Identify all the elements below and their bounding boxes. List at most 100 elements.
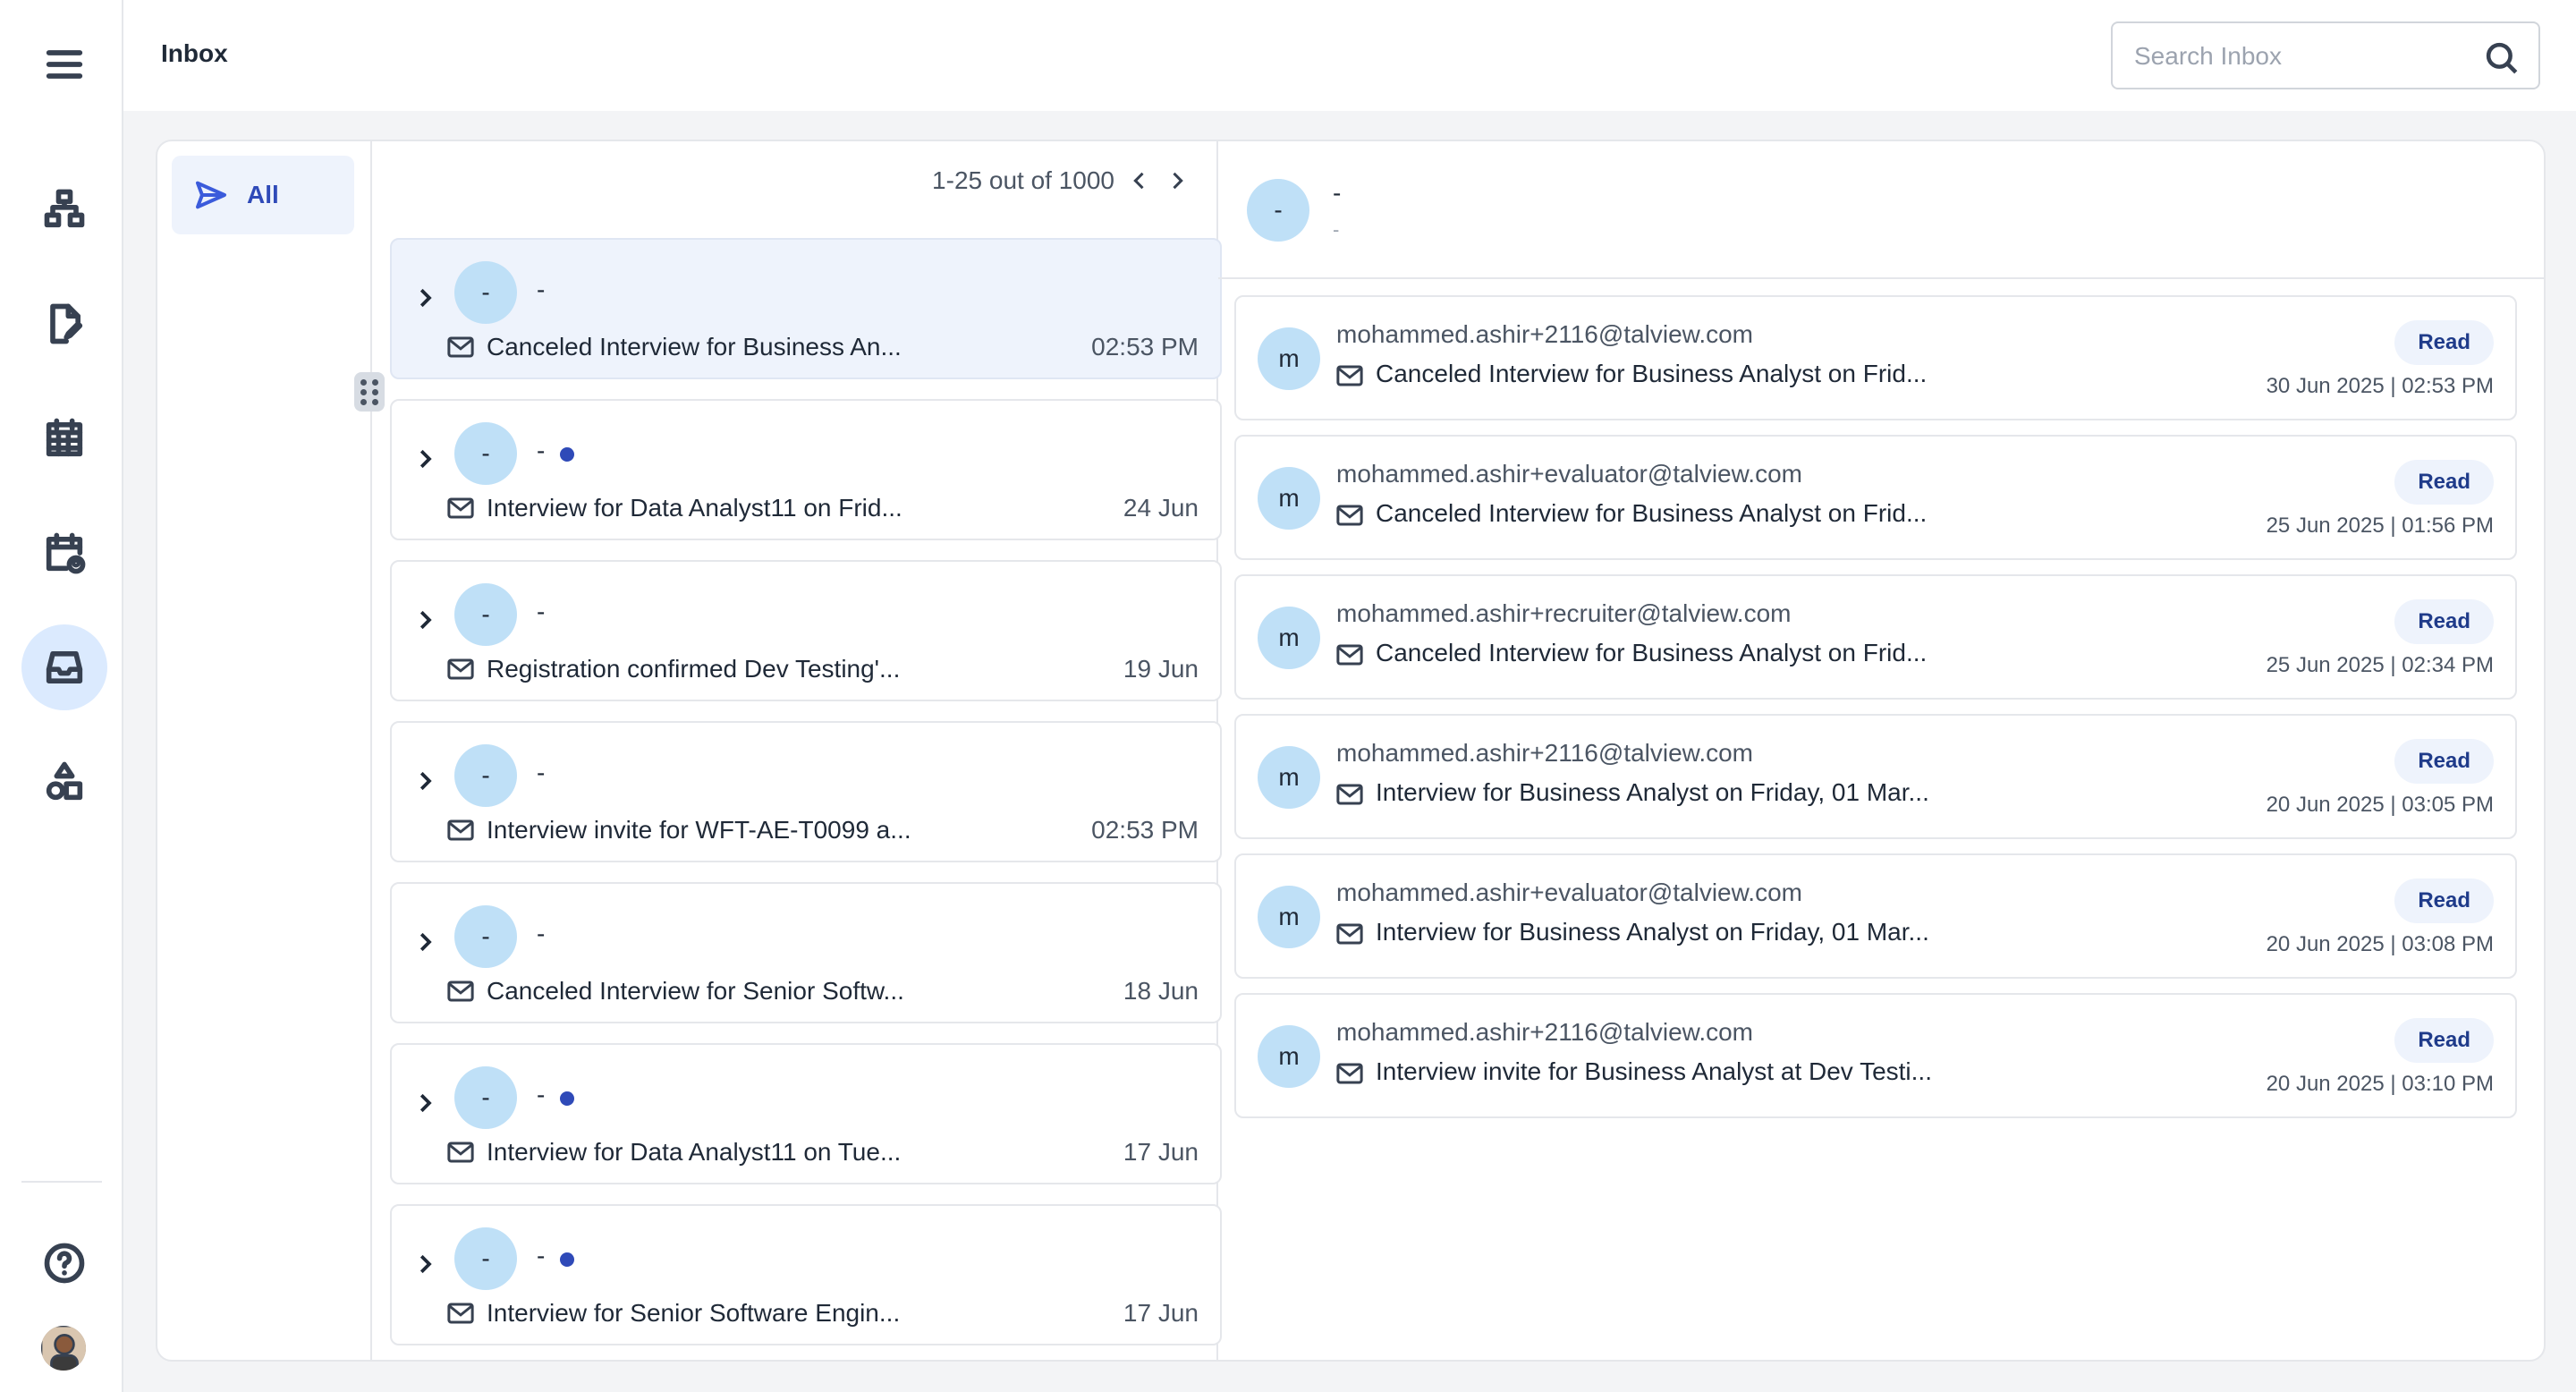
thread-time: 19 Jun — [1123, 655, 1199, 683]
thread-sender: - — [537, 1081, 546, 1108]
thread-item[interactable]: - - Canceled Interview for Business An..… — [390, 238, 1222, 379]
message-subject: Interview for Business Analyst on Friday… — [1376, 918, 1929, 946]
search-input[interactable] — [2134, 36, 2474, 77]
folder-all-label: All — [247, 181, 279, 208]
thread-time: 02:53 PM — [1091, 333, 1199, 361]
thread-sender: - — [537, 598, 546, 625]
thread-item[interactable]: - - Interview for Senior Software Engin.… — [390, 1204, 1222, 1345]
message-from: mohammed.ashir+recruiter@talview.com — [1336, 599, 1792, 627]
shapes-icon — [46, 761, 83, 801]
status-badge: Read — [2394, 460, 2494, 505]
status-badge: Read — [2394, 1018, 2494, 1063]
thread-detail: - - - m mohammed.ashir+2116@talview.com … — [1218, 141, 2544, 1360]
chevron-right-icon[interactable] — [411, 768, 438, 794]
folder-all[interactable]: All — [172, 156, 354, 234]
message-avatar: m — [1258, 1025, 1320, 1088]
thread-avatar: - — [454, 905, 517, 968]
search-icon[interactable] — [2483, 39, 2521, 77]
menu-button[interactable] — [21, 21, 107, 107]
message-item[interactable]: m mohammed.ashir+2116@talview.com Cancel… — [1234, 295, 2517, 420]
message-subject: Interview invite for Business Analyst at… — [1376, 1057, 1932, 1085]
thread-avatar: - — [454, 261, 517, 324]
thread-item[interactable]: - - Interview for Data Analyst11 on Frid… — [390, 399, 1222, 540]
nav-inbox[interactable] — [21, 624, 107, 710]
inbox-panel: All 1-25 out of 1000 - - Canceled Interv… — [156, 140, 2546, 1362]
detail-subtitle: - — [1333, 218, 1340, 241]
thread-subject: Registration confirmed Dev Testing'... — [487, 655, 901, 683]
thread-subject: Interview for Data Analyst11 on Tue... — [487, 1138, 902, 1166]
help-button[interactable] — [21, 1220, 107, 1306]
nav-rail — [0, 0, 123, 1392]
message-avatar: m — [1258, 467, 1320, 530]
column-resize-handle[interactable] — [354, 372, 385, 412]
nav-schedule[interactable] — [21, 510, 107, 596]
mail-icon — [1336, 1063, 1363, 1084]
mail-icon — [447, 819, 474, 841]
message-from: mohammed.ashir+evaluator@talview.com — [1336, 878, 1802, 906]
drag-dots-icon — [360, 378, 379, 405]
status-badge: Read — [2394, 320, 2494, 365]
message-from: mohammed.ashir+evaluator@talview.com — [1336, 460, 1802, 488]
thread-avatar: - — [454, 744, 517, 807]
help-icon — [44, 1243, 85, 1284]
thread-item[interactable]: - - Canceled Interview for Senior Softw.… — [390, 882, 1222, 1023]
mail-icon — [1336, 505, 1363, 526]
thread-avatar: - — [454, 422, 517, 485]
detail-avatar: - — [1247, 179, 1309, 242]
chevron-left-icon[interactable] — [1127, 168, 1152, 193]
chevron-right-icon[interactable] — [411, 607, 438, 633]
message-timestamp: 20 Jun 2025 | 03:08 PM — [2266, 932, 2494, 956]
nav-documents[interactable] — [21, 281, 107, 367]
message-item[interactable]: m mohammed.ashir+evaluator@talview.com I… — [1234, 853, 2517, 979]
nav-calendar[interactable] — [21, 395, 107, 481]
chevron-right-icon[interactable] — [411, 929, 438, 955]
thread-item[interactable]: - - Interview invite for WFT-AE-T0099 a.… — [390, 721, 1222, 862]
message-avatar: m — [1258, 746, 1320, 809]
message-timestamp: 20 Jun 2025 | 03:10 PM — [2266, 1072, 2494, 1096]
menu-icon — [46, 50, 83, 79]
message-item[interactable]: m mohammed.ashir+2116@talview.com Interv… — [1234, 993, 2517, 1118]
chevron-right-icon[interactable] — [411, 1251, 438, 1277]
message-item[interactable]: m mohammed.ashir+2116@talview.com Interv… — [1234, 714, 2517, 839]
message-item[interactable]: m mohammed.ashir+recruiter@talview.com C… — [1234, 574, 2517, 700]
chevron-right-icon[interactable] — [1165, 168, 1190, 193]
thread-subject: Interview for Senior Software Engin... — [487, 1299, 901, 1327]
thread-item[interactable]: - - Interview for Data Analyst11 on Tue.… — [390, 1043, 1222, 1184]
thread-subject: Interview invite for WFT-AE-T0099 a... — [487, 816, 911, 844]
unread-dot — [560, 1091, 574, 1106]
thread-time: 17 Jun — [1123, 1138, 1199, 1166]
send-icon — [196, 181, 226, 209]
message-from: mohammed.ashir+2116@talview.com — [1336, 1018, 1754, 1046]
mail-icon — [447, 1142, 474, 1163]
message-timestamp: 25 Jun 2025 | 02:34 PM — [2266, 653, 2494, 677]
nav-shapes[interactable] — [21, 739, 107, 825]
thread-time: 02:53 PM — [1091, 816, 1199, 844]
chevron-right-icon[interactable] — [411, 446, 438, 472]
thread-sender: - — [537, 759, 546, 786]
top-header: Inbox — [123, 0, 2576, 111]
page-title: Inbox — [161, 39, 228, 67]
mail-icon — [447, 497, 474, 519]
message-subject: Canceled Interview for Business Analyst … — [1376, 360, 1928, 387]
thread-avatar: - — [454, 1227, 517, 1290]
inbox-icon — [46, 651, 83, 683]
thread-item[interactable]: - - Registration confirmed Dev Testing'.… — [390, 560, 1222, 701]
mail-icon — [447, 1303, 474, 1324]
mail-icon — [447, 980, 474, 1002]
chevron-right-icon[interactable] — [411, 1090, 438, 1116]
mail-icon — [447, 336, 474, 358]
calendar-icon — [46, 418, 83, 457]
user-avatar[interactable] — [41, 1326, 86, 1371]
nav-workflow[interactable] — [21, 166, 107, 252]
message-avatar: m — [1258, 607, 1320, 669]
thread-avatar: - — [454, 583, 517, 646]
mail-icon — [1336, 784, 1363, 805]
thread-time: 18 Jun — [1123, 977, 1199, 1005]
message-item[interactable]: m mohammed.ashir+evaluator@talview.com C… — [1234, 435, 2517, 560]
chevron-right-icon[interactable] — [411, 284, 438, 311]
unread-dot — [560, 447, 574, 462]
folder-column: All — [157, 141, 372, 1360]
thread-sender: - — [537, 437, 546, 464]
search-box[interactable] — [2111, 21, 2540, 89]
thread-subject: Interview for Data Analyst11 on Frid... — [487, 494, 902, 522]
